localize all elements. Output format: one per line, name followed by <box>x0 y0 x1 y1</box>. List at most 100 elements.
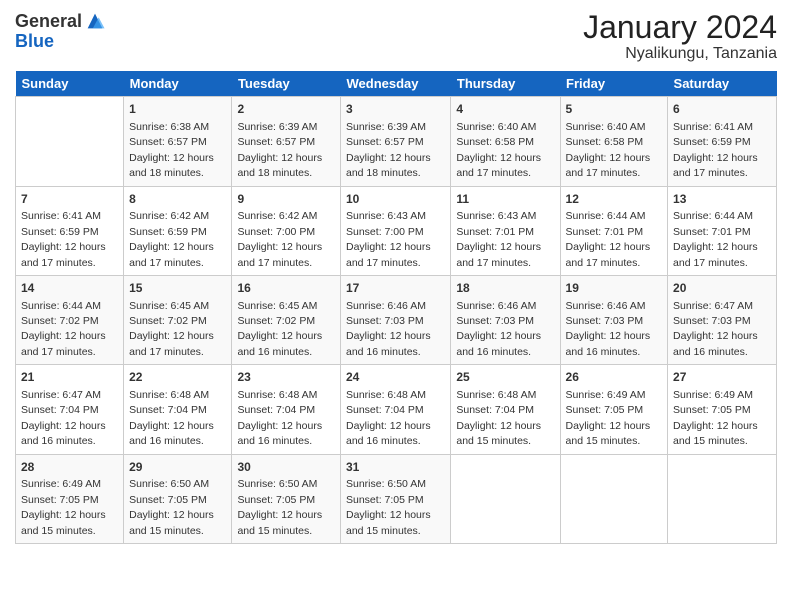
day-number: 15 <box>129 280 226 297</box>
calendar-cell: 5 Sunrise: 6:40 AMSunset: 6:58 PMDaylight… <box>560 97 667 186</box>
location-title: Nyalikungu, Tanzania <box>583 45 777 63</box>
day-info: Sunrise: 6:39 AMSunset: 6:57 PMDaylight:… <box>346 121 431 179</box>
day-number: 9 <box>237 191 335 208</box>
calendar-cell: 30 Sunrise: 6:50 AMSunset: 7:05 PMDayligh… <box>232 454 341 543</box>
col-thursday: Thursday <box>451 71 560 97</box>
calendar-cell: 14 Sunrise: 6:44 AMSunset: 7:02 PMDayligh… <box>16 275 124 364</box>
day-number: 1 <box>129 101 226 118</box>
week-row-3: 14 Sunrise: 6:44 AMSunset: 7:02 PMDayligh… <box>16 275 777 364</box>
day-number: 17 <box>346 280 445 297</box>
calendar-cell: 18 Sunrise: 6:46 AMSunset: 7:03 PMDayligh… <box>451 275 560 364</box>
calendar-cell: 21 Sunrise: 6:47 AMSunset: 7:04 PMDayligh… <box>16 365 124 454</box>
day-number: 23 <box>237 369 335 386</box>
calendar-cell: 23 Sunrise: 6:48 AMSunset: 7:04 PMDayligh… <box>232 365 341 454</box>
calendar-cell: 4 Sunrise: 6:40 AMSunset: 6:58 PMDaylight… <box>451 97 560 186</box>
day-info: Sunrise: 6:50 AMSunset: 7:05 PMDaylight:… <box>346 478 431 536</box>
day-number: 4 <box>456 101 554 118</box>
day-info: Sunrise: 6:50 AMSunset: 7:05 PMDaylight:… <box>237 478 322 536</box>
calendar-cell: 19 Sunrise: 6:46 AMSunset: 7:03 PMDayligh… <box>560 275 667 364</box>
day-info: Sunrise: 6:48 AMSunset: 7:04 PMDaylight:… <box>456 389 541 447</box>
calendar-cell <box>451 454 560 543</box>
logo-icon <box>84 10 106 32</box>
day-number: 27 <box>673 369 771 386</box>
calendar-cell: 24 Sunrise: 6:48 AMSunset: 7:04 PMDayligh… <box>341 365 451 454</box>
day-number: 3 <box>346 101 445 118</box>
day-number: 8 <box>129 191 226 208</box>
day-info: Sunrise: 6:40 AMSunset: 6:58 PMDaylight:… <box>566 121 651 179</box>
calendar-cell: 26Sunrise: 6:49 AMSunset: 7:05 PMDayligh… <box>560 365 667 454</box>
day-info: Sunrise: 6:43 AMSunset: 7:01 PMDaylight:… <box>456 210 541 268</box>
col-friday: Friday <box>560 71 667 97</box>
day-info: Sunrise: 6:46 AMSunset: 7:03 PMDaylight:… <box>456 300 541 358</box>
month-title: January 2024 <box>583 10 777 45</box>
day-number: 22 <box>129 369 226 386</box>
calendar-cell: 27 Sunrise: 6:49 AMSunset: 7:05 PMDayligh… <box>668 365 777 454</box>
title-block: January 2024 Nyalikungu, Tanzania <box>583 10 777 63</box>
day-info: Sunrise: 6:42 AMSunset: 7:00 PMDaylight:… <box>237 210 322 268</box>
day-info: Sunrise: 6:49 AMSunset: 7:05 PMDaylight:… <box>21 478 106 536</box>
day-info: Sunrise: 6:43 AMSunset: 7:00 PMDaylight:… <box>346 210 431 268</box>
day-info: Sunrise: 6:39 AMSunset: 6:57 PMDaylight:… <box>237 121 322 179</box>
week-row-4: 21 Sunrise: 6:47 AMSunset: 7:04 PMDayligh… <box>16 365 777 454</box>
calendar-cell: 12 Sunrise: 6:44 AMSunset: 7:01 PMDayligh… <box>560 186 667 275</box>
calendar-cell: 17Sunrise: 6:46 AMSunset: 7:03 PMDayligh… <box>341 275 451 364</box>
day-info: Sunrise: 6:40 AMSunset: 6:58 PMDaylight:… <box>456 121 541 179</box>
calendar-table: Sunday Monday Tuesday Wednesday Thursday… <box>15 71 777 544</box>
calendar-cell: 10Sunrise: 6:43 AMSunset: 7:00 PMDayligh… <box>341 186 451 275</box>
day-info: Sunrise: 6:48 AMSunset: 7:04 PMDaylight:… <box>346 389 431 447</box>
logo-blue: Blue <box>15 32 106 50</box>
calendar-cell: 31 Sunrise: 6:50 AMSunset: 7:05 PMDayligh… <box>341 454 451 543</box>
col-tuesday: Tuesday <box>232 71 341 97</box>
calendar-cell: 16 Sunrise: 6:45 AMSunset: 7:02 PMDayligh… <box>232 275 341 364</box>
day-info: Sunrise: 6:41 AMSunset: 6:59 PMDaylight:… <box>21 210 106 268</box>
day-info: Sunrise: 6:41 AMSunset: 6:59 PMDaylight:… <box>673 121 758 179</box>
col-wednesday: Wednesday <box>341 71 451 97</box>
day-info: Sunrise: 6:45 AMSunset: 7:02 PMDaylight:… <box>237 300 322 358</box>
day-number: 13 <box>673 191 771 208</box>
header: General Blue January 2024 Nyalikungu, Ta… <box>15 10 777 63</box>
calendar-cell: 6 Sunrise: 6:41 AMSunset: 6:59 PMDaylight… <box>668 97 777 186</box>
header-row: Sunday Monday Tuesday Wednesday Thursday… <box>16 71 777 97</box>
calendar-cell: 1 Sunrise: 6:38 AMSunset: 6:57 PMDaylight… <box>124 97 232 186</box>
day-number: 24 <box>346 369 445 386</box>
day-number: 28 <box>21 459 118 476</box>
day-info: Sunrise: 6:38 AMSunset: 6:57 PMDaylight:… <box>129 121 214 179</box>
day-number: 29 <box>129 459 226 476</box>
calendar-cell: 20Sunrise: 6:47 AMSunset: 7:03 PMDayligh… <box>668 275 777 364</box>
day-info: Sunrise: 6:44 AMSunset: 7:02 PMDaylight:… <box>21 300 106 358</box>
day-number: 19 <box>566 280 662 297</box>
calendar-cell: 15Sunrise: 6:45 AMSunset: 7:02 PMDayligh… <box>124 275 232 364</box>
week-row-1: 1 Sunrise: 6:38 AMSunset: 6:57 PMDaylight… <box>16 97 777 186</box>
calendar-cell: 22Sunrise: 6:48 AMSunset: 7:04 PMDayligh… <box>124 365 232 454</box>
calendar-cell <box>560 454 667 543</box>
calendar-cell: 25 Sunrise: 6:48 AMSunset: 7:04 PMDayligh… <box>451 365 560 454</box>
day-number: 21 <box>21 369 118 386</box>
day-number: 25 <box>456 369 554 386</box>
day-info: Sunrise: 6:48 AMSunset: 7:04 PMDaylight:… <box>237 389 322 447</box>
day-info: Sunrise: 6:42 AMSunset: 6:59 PMDaylight:… <box>129 210 214 268</box>
day-info: Sunrise: 6:44 AMSunset: 7:01 PMDaylight:… <box>566 210 651 268</box>
day-number: 18 <box>456 280 554 297</box>
col-sunday: Sunday <box>16 71 124 97</box>
day-info: Sunrise: 6:46 AMSunset: 7:03 PMDaylight:… <box>566 300 651 358</box>
day-info: Sunrise: 6:47 AMSunset: 7:04 PMDaylight:… <box>21 389 106 447</box>
calendar-cell <box>668 454 777 543</box>
day-number: 12 <box>566 191 662 208</box>
day-number: 16 <box>237 280 335 297</box>
calendar-cell: 28 Sunrise: 6:49 AMSunset: 7:05 PMDayligh… <box>16 454 124 543</box>
calendar-cell: 7 Sunrise: 6:41 AMSunset: 6:59 PMDaylight… <box>16 186 124 275</box>
col-saturday: Saturday <box>668 71 777 97</box>
calendar-cell: 2Sunrise: 6:39 AMSunset: 6:57 PMDaylight… <box>232 97 341 186</box>
col-monday: Monday <box>124 71 232 97</box>
day-number: 31 <box>346 459 445 476</box>
calendar-cell: 13Sunrise: 6:44 AMSunset: 7:01 PMDayligh… <box>668 186 777 275</box>
calendar-cell: 11Sunrise: 6:43 AMSunset: 7:01 PMDayligh… <box>451 186 560 275</box>
logo-general: General <box>15 12 82 30</box>
day-number: 6 <box>673 101 771 118</box>
calendar-cell: 29Sunrise: 6:50 AMSunset: 7:05 PMDayligh… <box>124 454 232 543</box>
day-number: 30 <box>237 459 335 476</box>
day-number: 5 <box>566 101 662 118</box>
day-number: 14 <box>21 280 118 297</box>
day-info: Sunrise: 6:49 AMSunset: 7:05 PMDaylight:… <box>673 389 758 447</box>
day-number: 7 <box>21 191 118 208</box>
